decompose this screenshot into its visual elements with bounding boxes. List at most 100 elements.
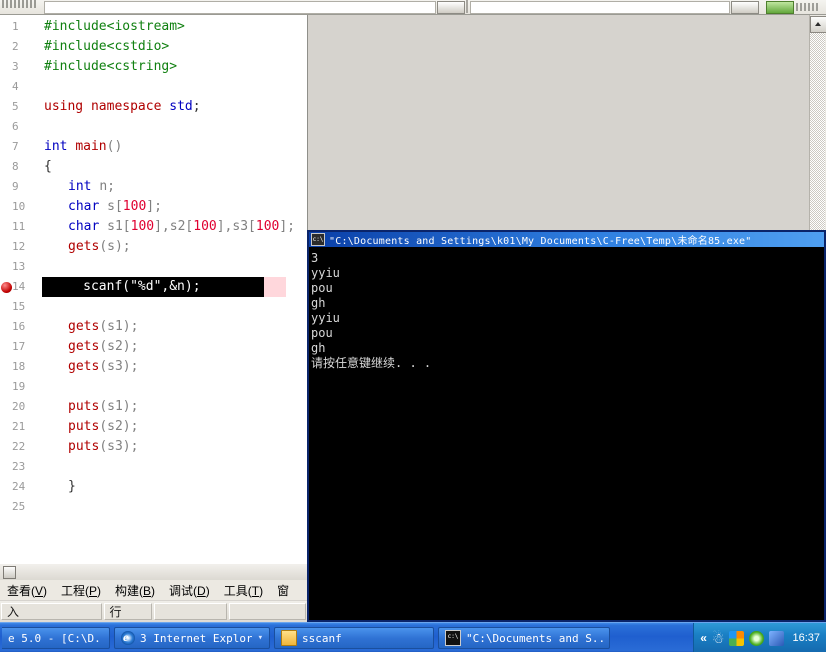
console-line: pou — [311, 326, 333, 340]
code-token: (s2); — [99, 419, 139, 434]
console-line: pou — [311, 281, 333, 295]
code-line[interactable]: char s1[100],s2[100],s3[100]; — [68, 217, 295, 237]
code-token: (s3); — [99, 439, 139, 454]
console-line: 3 — [311, 251, 319, 265]
code-line[interactable]: puts(s2); — [68, 417, 138, 437]
code-token: (s1); — [99, 399, 139, 414]
code-token: int — [68, 179, 92, 194]
code-line[interactable]: puts(s1); — [68, 397, 138, 417]
line-number: 13 — [12, 260, 26, 273]
code-line[interactable]: } — [68, 477, 76, 497]
menu-item-more[interactable]: 窗 — [270, 580, 296, 601]
code-token: ]; — [279, 219, 296, 234]
desktop-screen: 1 #include<iostream> 2 #include<cstdio> 3 #in… — [0, 0, 826, 652]
code-line[interactable]: #include<cstring> — [44, 57, 177, 77]
menu-item-b[interactable]: 构建(B) — [108, 580, 162, 601]
system-tray[interactable]: « ☃ 16:37 — [693, 623, 826, 652]
line-number: 1 — [12, 20, 19, 33]
shield-icon[interactable] — [729, 630, 745, 646]
console-line: yyiu — [311, 266, 340, 280]
breakpoint-dot-icon[interactable] — [1, 282, 12, 293]
code-editor[interactable]: 1 #include<iostream> 2 #include<cstdio> 3 #in… — [0, 15, 308, 563]
code-token: n; — [99, 179, 115, 194]
taskbar[interactable]: e 5.0 - [C:\D... 3 Internet Explorer ▾ ssca… — [0, 622, 826, 652]
chevron-down-icon[interactable]: ▾ — [258, 633, 263, 643]
code-token: gets — [68, 239, 100, 254]
taskbar-task[interactable]: e 5.0 - [C:\D... — [2, 627, 110, 649]
console-line: gh — [311, 341, 326, 355]
clock[interactable]: 16:37 — [792, 632, 820, 644]
line-number: 19 — [12, 380, 26, 393]
code-token: #include<cstdio> — [44, 39, 170, 54]
status-cell — [228, 603, 306, 620]
line-number: 10 — [12, 200, 26, 213]
code-line[interactable]: #include<cstdio> — [44, 37, 169, 57]
menu-item-v[interactable]: 查看(V) — [0, 580, 54, 601]
console-output[interactable]: 3 yyiu pou gh yyiu pou gh 请按任意键继续. . . — [309, 247, 824, 620]
code-line[interactable]: int main() — [44, 137, 122, 157]
ide-tab-strip[interactable] — [0, 563, 307, 581]
scroll-up-arrow-icon[interactable] — [810, 16, 826, 33]
toolbar-combo-right[interactable] — [470, 1, 730, 14]
code-token: s[ — [107, 199, 123, 214]
menu-bar[interactable]: 查看(V) 工程(P) 构建(B) 调试(D) 工具(T) 窗 — [0, 580, 307, 600]
antivirus-icon[interactable] — [749, 630, 765, 646]
console-window[interactable]: c:\ "C:\Documents and Settings\k01\My Do… — [307, 230, 826, 622]
ide-toolbar-strip — [0, 0, 826, 15]
taskbar-task[interactable]: c:\ "C:\Documents and S... — [438, 627, 610, 649]
code-token: ],s2[ — [154, 219, 194, 234]
line-number: 7 — [12, 140, 19, 153]
code-token: main — [75, 139, 107, 154]
code-token: { — [44, 159, 52, 174]
toolbar-grip[interactable] — [2, 0, 38, 8]
code-token: gets — [68, 339, 100, 354]
menu-item-p[interactable]: 工程(P) — [54, 580, 108, 601]
code-token: ],s3[ — [216, 219, 256, 234]
code-line[interactable]: using namespace std; — [44, 97, 201, 117]
cmd-icon: c:\ — [445, 630, 461, 646]
taskbar-task-label: "C:\Documents and S... — [466, 631, 603, 645]
menu-item-t[interactable]: 工具(T) — [217, 580, 270, 601]
line-number: 25 — [12, 500, 26, 513]
code-line[interactable]: puts(s3); — [68, 437, 138, 457]
toolbar-combo-left[interactable] — [44, 1, 436, 14]
code-line[interactable]: char s[100]; — [68, 197, 162, 217]
code-line[interactable]: gets(s); — [68, 237, 131, 257]
panel-toggle-button[interactable] — [3, 566, 16, 579]
taskbar-task-list: e 5.0 - [C:\D... 3 Internet Explorer ▾ ssca… — [0, 627, 792, 649]
line-number: 9 — [12, 180, 19, 193]
line-number: 14 — [12, 280, 26, 293]
ie-icon — [121, 630, 135, 645]
taskbar-task[interactable]: sscanf — [274, 627, 434, 649]
code-line[interactable]: int n; — [68, 177, 115, 197]
taskbar-task[interactable]: 3 Internet Explorer ▾ — [114, 627, 270, 649]
code-token: (s3); — [99, 359, 139, 374]
line-number: 6 — [12, 120, 19, 133]
network-icon[interactable] — [769, 630, 785, 646]
code-token: int — [44, 139, 68, 154]
line-number: 11 — [12, 220, 26, 233]
code-line[interactable]: gets(s1); — [68, 317, 138, 337]
code-token: 100 — [130, 219, 155, 234]
toolbar-button-right[interactable] — [731, 1, 759, 14]
tray-custom-icon[interactable]: ☃ — [712, 630, 725, 646]
code-line[interactable]: #include<iostream> — [44, 17, 185, 37]
code-token: namespace — [90, 99, 162, 114]
code-line[interactable]: gets(s2); — [68, 337, 138, 357]
code-token: puts — [68, 399, 100, 414]
run-button-icon[interactable] — [766, 1, 794, 14]
toolbar-button-left[interactable] — [437, 1, 465, 14]
menu-item-d[interactable]: 调试(D) — [162, 580, 217, 601]
line-number: 4 — [12, 80, 19, 93]
console-title-bar[interactable]: c:\ "C:\Documents and Settings\k01\My Do… — [309, 232, 824, 247]
line-number: 17 — [12, 340, 26, 353]
code-line[interactable]: { — [44, 157, 52, 177]
toolbar-overflow-icon[interactable] — [796, 3, 818, 11]
code-token: char — [68, 199, 100, 214]
tray-expand-icon[interactable]: « — [700, 631, 707, 645]
code-line[interactable]: gets(s3); — [68, 357, 138, 377]
code-token: 100 — [255, 219, 280, 234]
